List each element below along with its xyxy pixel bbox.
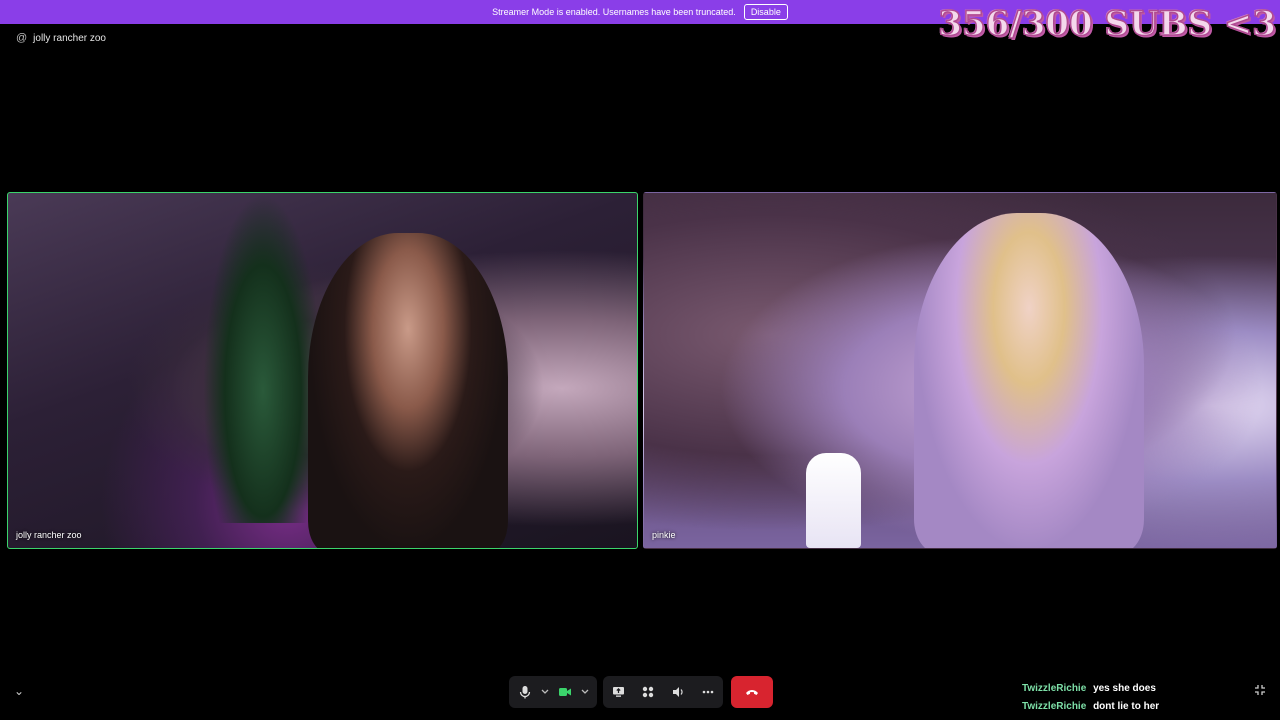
- streamer-mode-message: Streamer Mode is enabled. Usernames have…: [492, 7, 736, 17]
- channel-name: jolly rancher zoo: [33, 32, 106, 44]
- chat-text: dont lie to her: [1093, 701, 1160, 712]
- screen-share-icon[interactable]: [608, 682, 628, 702]
- chat-text: yes she does: [1093, 683, 1156, 694]
- camera-options-chevron-icon[interactable]: [575, 682, 595, 702]
- audio-video-group: [509, 676, 597, 708]
- at-icon: @: [16, 32, 28, 44]
- more-icon[interactable]: [698, 682, 718, 702]
- camera-icon[interactable]: [555, 682, 575, 702]
- participant-video: [308, 233, 508, 548]
- chat-username: TwizzleRichie: [1022, 701, 1087, 712]
- video-tile-pinkie[interactable]: pinkie: [643, 192, 1277, 549]
- chat-username: TwizzleRichie: [1022, 683, 1087, 694]
- actions-group: [603, 676, 723, 708]
- chat-message: TwizzleRichie yes she does: [1022, 680, 1159, 698]
- hang-up-button[interactable]: [731, 676, 773, 708]
- microphone-icon[interactable]: [515, 682, 535, 702]
- chat-message: TwizzleRichie dont lie to her: [1022, 698, 1159, 716]
- hang-up-icon: [745, 683, 759, 701]
- subs-goal-overlay: 356/300 SUBS <3: [938, 3, 1277, 45]
- soundboard-icon[interactable]: [668, 682, 688, 702]
- mic-options-chevron-icon[interactable]: [535, 682, 555, 702]
- activities-icon[interactable]: [638, 682, 658, 702]
- video-tile-jolly-rancher-zoo[interactable]: jolly rancher zoo: [7, 192, 638, 549]
- chat-overlay: TwizzleRichie yes she does TwizzleRichie…: [1022, 680, 1159, 716]
- participant-name: jolly rancher zoo: [16, 530, 82, 540]
- disable-streamer-mode-button[interactable]: Disable: [743, 4, 788, 20]
- participant-name: pinkie: [652, 530, 676, 540]
- channel-header: @ jolly rancher zoo: [16, 32, 106, 44]
- christmas-tree-image: [203, 193, 323, 523]
- collapse-fullscreen-icon[interactable]: [1254, 684, 1266, 699]
- participant-video: [914, 213, 1144, 548]
- lamp-image: [806, 453, 861, 548]
